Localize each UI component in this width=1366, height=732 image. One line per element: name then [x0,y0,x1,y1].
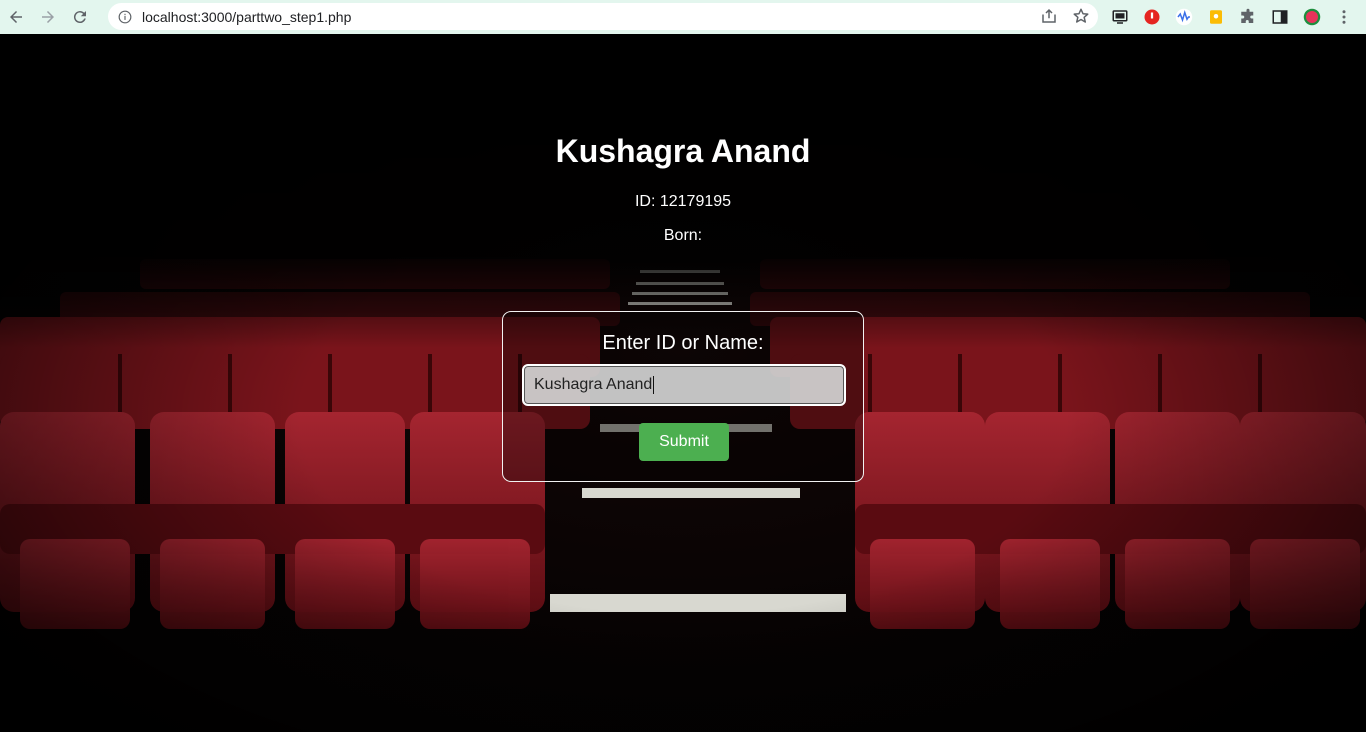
menu-button[interactable] [1332,5,1356,29]
browser-toolbar: localhost:3000/parttwo_step1.php [0,0,1366,34]
shield-extension-button[interactable] [1140,5,1164,29]
share-icon[interactable] [1040,7,1058,25]
page-title: Kushagra Anand [555,133,811,169]
url-text: localhost:3000/parttwo_step1.php [142,8,352,25]
reload-icon [73,11,86,24]
profile-button[interactable] [1300,5,1324,29]
id-text: ID: 12179195 [634,193,732,210]
born-text: Born: [663,227,703,244]
forward-button[interactable] [32,0,64,34]
address-bar[interactable]: localhost:3000/parttwo_step1.php [108,3,1098,30]
puzzle-icon [1241,8,1254,23]
search-form: Enter ID or Name: Kushagra Anand Submit [502,311,864,482]
extensions-bar [1108,0,1356,34]
keep-extension-icon [1210,10,1222,24]
search-input[interactable]: Kushagra Anand [522,364,846,406]
back-icon [10,11,22,23]
keep-extension-button[interactable] [1204,5,1228,29]
shield-extension-icon [1144,9,1160,25]
menu-icon [1342,10,1346,24]
forward-icon [42,11,54,23]
search-label: Enter ID or Name: [602,332,764,354]
page-content: Kushagra Anand ID: 12179195 Born: Enter … [0,34,1366,732]
info-icon [118,10,132,23]
side-panel-button[interactable] [1268,5,1292,29]
cast-icon [1112,10,1128,24]
wave-extension-icon [1175,8,1193,26]
cast-button[interactable] [1108,5,1132,29]
back-button[interactable] [0,0,32,34]
side-panel-icon [1272,10,1288,24]
submit-button[interactable]: Submit [639,423,729,461]
profile-avatar [1303,8,1321,26]
wave-extension-button[interactable] [1172,5,1196,29]
extensions-button[interactable] [1236,5,1260,29]
reload-button[interactable] [64,0,96,34]
star-icon[interactable] [1072,7,1090,25]
